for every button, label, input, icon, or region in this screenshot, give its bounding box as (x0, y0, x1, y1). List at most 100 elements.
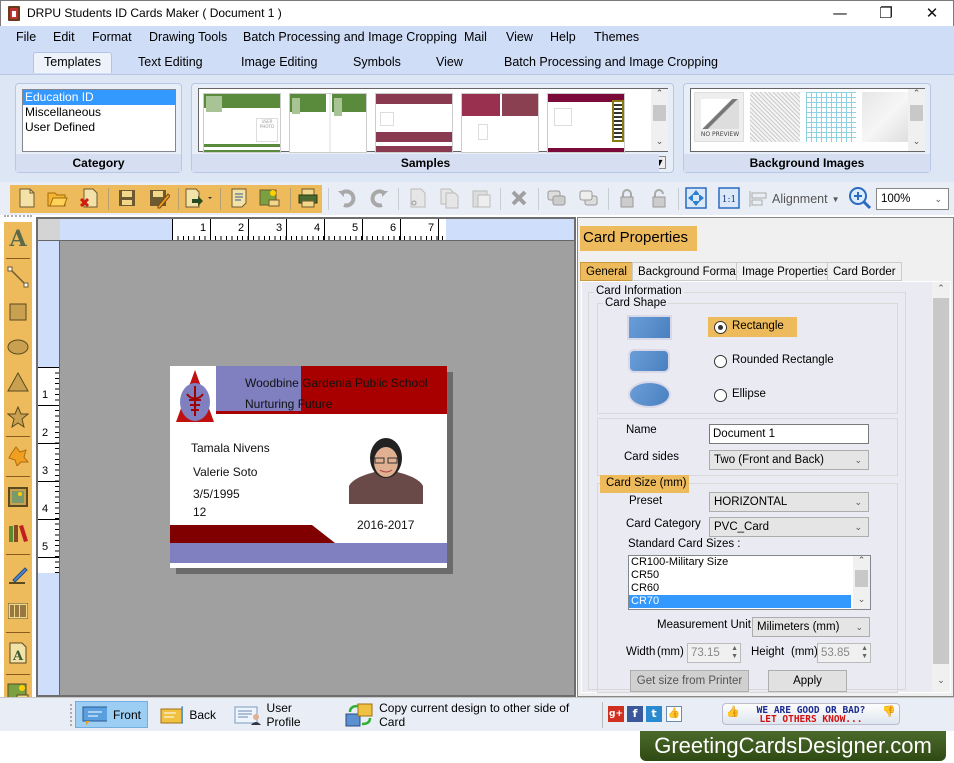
school-name[interactable]: Woodbine Gardenia Public School (245, 376, 428, 390)
ellipse-shape-icon[interactable] (628, 381, 671, 408)
signature-tool[interactable] (4, 558, 32, 592)
bg-thumb-diamond[interactable] (862, 92, 912, 142)
tab-background-format[interactable]: Background Format (632, 262, 745, 281)
height-input[interactable]: 53.85 ▲ ▼ (817, 643, 871, 663)
tab-view[interactable]: View (436, 55, 463, 69)
rectangle-tool[interactable] (4, 295, 32, 329)
copy-icon[interactable] (438, 187, 460, 209)
restore-button[interactable]: ❐ (863, 1, 909, 27)
size-item[interactable]: CR100-Military Size (629, 556, 851, 569)
background-scrollbar[interactable]: ⌃ ⌄ (908, 89, 925, 151)
sample-thumb-3[interactable] (375, 93, 453, 153)
watermark-tool[interactable]: A (4, 636, 32, 670)
front-button[interactable]: Front (75, 701, 148, 728)
size-item[interactable]: CR50 (629, 569, 851, 582)
alignment-dropdown[interactable]: Alignment ▼ (748, 188, 848, 210)
id-card-front[interactable]: Woodbine Gardenia Public School Nurturin… (170, 366, 447, 568)
star-tool[interactable] (4, 400, 32, 434)
sample-thumb-4[interactable] (461, 93, 539, 153)
card-category-select[interactable]: PVC_Card ⌄ (709, 517, 869, 537)
tab-general[interactable]: General (580, 262, 633, 281)
copy-design-button[interactable]: Copy current design to other side of Car… (338, 701, 598, 729)
bottom-bar-grip[interactable] (70, 704, 73, 726)
print-icon[interactable] (297, 187, 319, 209)
rectangle-shape-icon[interactable] (627, 315, 672, 340)
text-tool[interactable]: A (4, 222, 32, 256)
delete-icon[interactable] (508, 187, 530, 209)
menu-mail[interactable]: Mail (464, 30, 487, 44)
tool-strip-grip[interactable] (4, 215, 32, 220)
tab-card-border[interactable]: Card Border (827, 262, 902, 281)
sample-thumb-2[interactable] (289, 93, 367, 153)
tab-symbols[interactable]: Symbols (353, 55, 401, 69)
sizes-scrollbar[interactable]: ⌃ ⌄ (853, 556, 870, 609)
like-icon[interactable]: 👍 (666, 706, 682, 722)
category-item-miscellaneous[interactable]: Miscellaneous (23, 105, 175, 120)
sample-thumb-5[interactable] (547, 93, 625, 153)
menu-drawing-tools[interactable]: Drawing Tools (149, 30, 227, 44)
image-tool[interactable] (4, 480, 32, 514)
close-button[interactable]: ✕ (909, 1, 954, 27)
width-input[interactable]: 73.15 ▲ ▼ (687, 643, 741, 663)
bring-front-icon[interactable] (546, 187, 568, 209)
ellipse-tool[interactable] (4, 330, 32, 364)
height-spinner[interactable]: ▲ ▼ (861, 645, 868, 661)
academic-session[interactable]: 2016-2017 (357, 518, 414, 532)
back-button[interactable]: Back (154, 701, 222, 728)
lock-icon[interactable] (616, 187, 638, 209)
tab-image-editing[interactable]: Image Editing (241, 55, 317, 69)
send-back-icon[interactable] (578, 187, 600, 209)
standard-sizes-list[interactable]: CR100-Military Size CR50 CR60 CR70 ⌃ ⌄ (628, 555, 871, 610)
card-sides-select[interactable]: Two (Front and Back) ⌄ (709, 450, 869, 470)
measurement-unit-select[interactable]: Milimeters (mm) ⌄ (752, 617, 870, 637)
save-as-icon[interactable] (148, 187, 171, 209)
close-doc-icon[interactable] (78, 187, 100, 209)
image-icon[interactable] (258, 187, 280, 209)
triangle-tool[interactable] (4, 365, 32, 399)
fit-icon[interactable] (685, 187, 707, 209)
cut-icon[interactable] (406, 187, 428, 209)
student-class[interactable]: 12 (193, 505, 206, 519)
twitter-icon[interactable]: t (646, 706, 662, 722)
radio-rectangle[interactable] (714, 321, 727, 334)
tab-image-properties[interactable]: Image Properties (736, 262, 836, 281)
tab-text-editing[interactable]: Text Editing (138, 55, 203, 69)
menu-help[interactable]: Help (550, 30, 576, 44)
google-plus-icon[interactable]: g+ (608, 706, 624, 722)
menu-view[interactable]: View (506, 30, 533, 44)
redo-icon[interactable] (368, 187, 390, 209)
user-profile-button[interactable]: User Profile (228, 701, 332, 729)
undo-icon[interactable] (336, 187, 358, 209)
save-icon[interactable] (116, 187, 138, 209)
properties-scrollbar[interactable]: ⌃ ⌄ (932, 282, 950, 692)
width-spinner[interactable]: ▲ ▼ (731, 645, 738, 661)
shape-option-ellipse[interactable]: Ellipse (708, 386, 788, 406)
size-item-selected[interactable]: CR70 (629, 595, 851, 608)
bg-thumb-grid[interactable] (806, 92, 856, 142)
school-logo[interactable] (174, 368, 216, 424)
menu-batch-processing[interactable]: Batch Processing and Image Cropping (243, 30, 457, 44)
menu-format[interactable]: Format (92, 30, 132, 44)
size-item[interactable]: CR60 (629, 582, 851, 595)
menu-themes[interactable]: Themes (594, 30, 639, 44)
tab-templates[interactable]: Templates (33, 52, 112, 73)
barcode-tool[interactable] (4, 594, 32, 628)
zoom-select[interactable]: 100% ⌄ (876, 188, 949, 210)
parent-name[interactable]: Valerie Soto (193, 465, 257, 479)
menu-edit[interactable]: Edit (53, 30, 75, 44)
export-icon[interactable] (184, 187, 214, 209)
apply-button[interactable]: Apply (768, 670, 847, 692)
category-list[interactable]: Education ID Miscellaneous User Defined (22, 89, 176, 152)
minimize-button[interactable]: — (817, 1, 863, 27)
zoom-in-icon[interactable] (848, 186, 872, 210)
sample-thumb-1[interactable]: USER PHOTO (203, 93, 281, 153)
shape-option-rounded-rectangle[interactable]: Rounded Rectangle (708, 352, 848, 372)
bg-thumb-noise[interactable] (750, 92, 800, 142)
tab-batch-processing[interactable]: Batch Processing and Image Cropping (504, 55, 718, 69)
unlock-icon[interactable] (648, 187, 670, 209)
library-tool[interactable] (4, 516, 32, 550)
radio-rounded-rectangle[interactable] (714, 355, 727, 368)
get-size-from-printer-button[interactable]: Get size from Printer (630, 670, 749, 692)
category-item-education-id[interactable]: Education ID (23, 90, 175, 105)
shape-tool[interactable] (4, 438, 32, 472)
